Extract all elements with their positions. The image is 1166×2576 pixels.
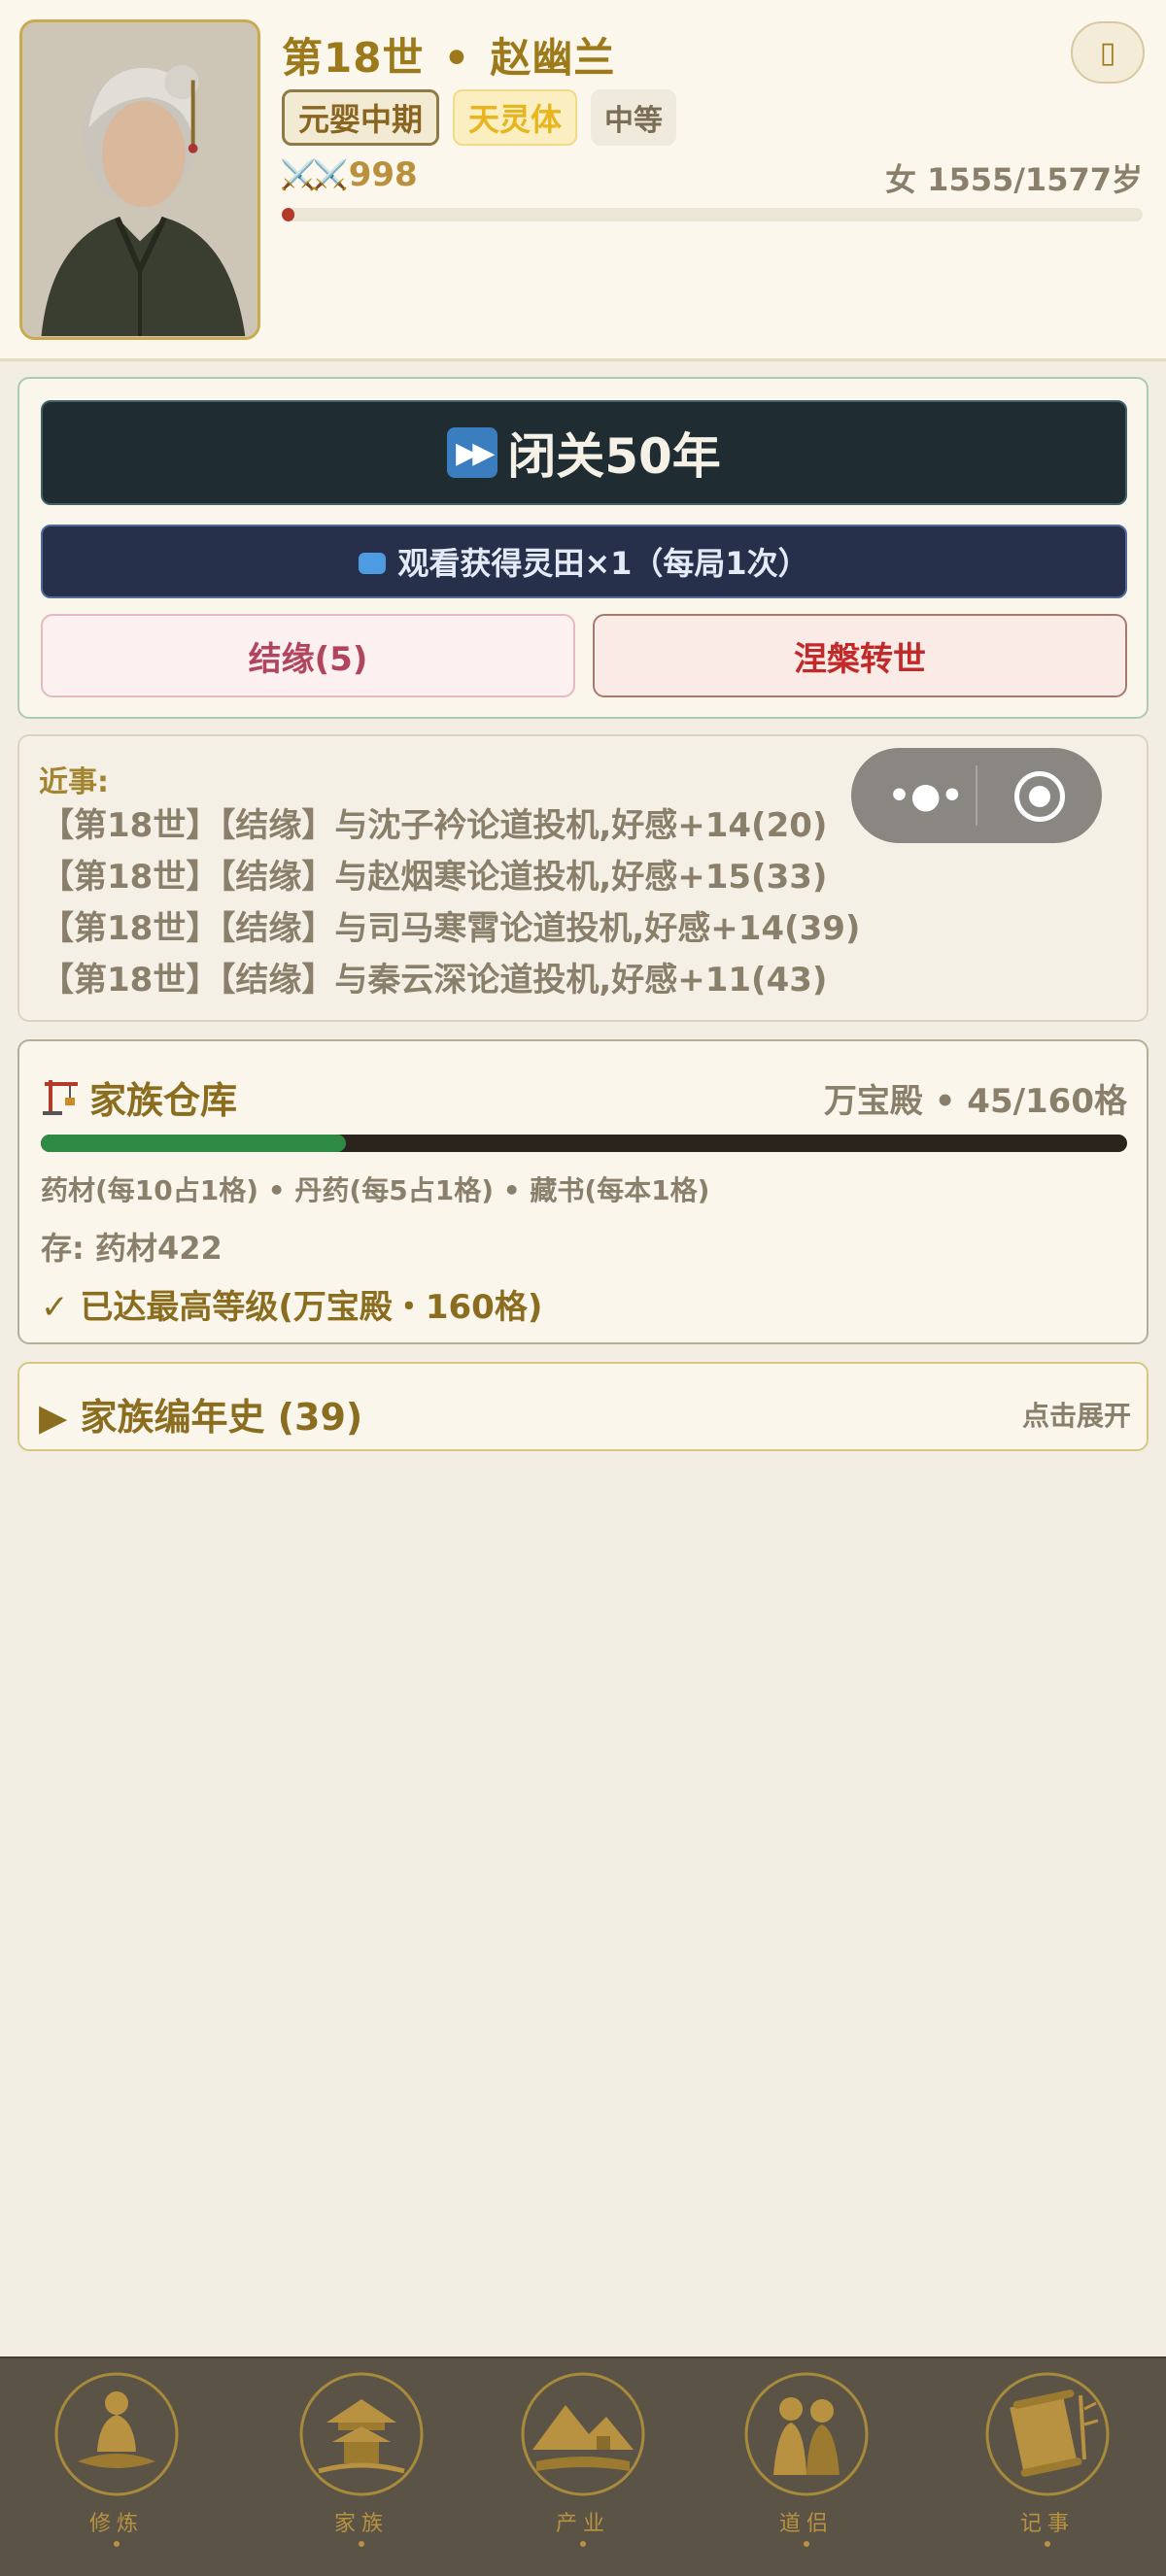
warehouse-title: 家族仓库	[89, 1079, 238, 1122]
tag-row: 元婴中期 天灵体 中等	[282, 89, 677, 146]
family-warehouse-panel: 家族仓库 万宝殿 • 45/160格 药材(每10占1格) • 丹药(每5占1格…	[17, 1039, 1149, 1344]
warehouse-capacity: 万宝殿 • 45/160格	[823, 1082, 1127, 1121]
nav-partner[interactable]: 道侣	[729, 2366, 884, 2570]
character-title: 第18世 • 赵幽兰	[282, 25, 615, 85]
bond-button-label: 结缘(5)	[248, 639, 368, 679]
pavilion-icon	[299, 2372, 424, 2496]
retreat-button-label: 闭关50年	[507, 428, 721, 485]
rebirth-button[interactable]: 涅槃转世	[593, 614, 1127, 697]
nav-dot	[359, 2541, 364, 2547]
title-separator: •	[443, 34, 471, 82]
scroll-icon	[985, 2372, 1110, 2496]
nav-label: 记事	[1019, 2512, 1075, 2536]
warehouse-capacity-fill	[41, 1135, 347, 1152]
watch-ad-label: 观看获得灵田×1（每局1次）	[397, 545, 809, 582]
portrait-image	[22, 22, 257, 337]
nav-label: 道侣	[778, 2512, 834, 2536]
close-miniprogram-icon[interactable]	[1014, 771, 1065, 822]
tv-icon	[359, 553, 387, 574]
menu-icon: ▯	[1099, 35, 1116, 70]
chronicle-expand-hint: 点击展开	[1021, 1400, 1131, 1432]
chronicle-title: ▶ 家族编年史 (39)	[39, 1396, 363, 1439]
recent-event-item: 【第18世】【结缘】与赵烟寒论道投机,好感+15(33)	[41, 858, 828, 897]
recent-event-item: 【第18世】【结缘】与司马寒霄论道投机,好感+14(39)	[41, 909, 861, 948]
more-options-icon[interactable]: •●•	[888, 748, 963, 843]
recent-events-title: 近事:	[39, 765, 109, 799]
rebirth-button-label: 涅槃转世	[794, 639, 926, 679]
nav-dot	[804, 2541, 809, 2547]
warehouse-max-level: ✓ 已达最高等级(万宝殿・160格)	[41, 1288, 543, 1327]
warehouse-rules: 药材(每10占1格) • 丹药(每5占1格) • 藏书(每本1格)	[41, 1174, 710, 1206]
family-chronicle-toggle[interactable]: ▶ 家族编年史 (39) 点击展开	[17, 1362, 1149, 1451]
body-type-tag: 天灵体	[453, 89, 578, 146]
warehouse-capacity-bar	[41, 1135, 1127, 1152]
nav-label: 修炼	[88, 2512, 144, 2536]
mountain-icon	[521, 2372, 645, 2496]
nav-dot	[1045, 2541, 1050, 2547]
miniprogram-capsule: •●•	[851, 748, 1102, 843]
gender-age: 女 1555/1577岁	[885, 161, 1143, 198]
watch-ad-button[interactable]: 观看获得灵田×1（每局1次）	[41, 525, 1127, 598]
retreat-button[interactable]: ▶▶ 闭关50年	[41, 400, 1127, 505]
combat-power: ⚔️⚔️ 998	[280, 155, 418, 194]
bottom-navigation: 修炼 家族 产业 道侣 记事	[0, 2356, 1166, 2576]
recent-event-item: 【第18世】【结缘】与沈子衿论道投机,好感+14(20)	[41, 806, 828, 845]
character-portrait[interactable]	[19, 19, 260, 340]
bond-button[interactable]: 结缘(5)	[41, 614, 575, 697]
warehouse-stored: 存: 药材422	[41, 1230, 223, 1267]
nav-cultivate[interactable]: 修炼	[39, 2366, 194, 2570]
capsule-divider	[976, 765, 977, 826]
generation-label: 第18世	[282, 34, 425, 82]
couple-icon	[744, 2372, 869, 2496]
crossed-swords-icon: ⚔️⚔️	[280, 157, 349, 192]
lifespan-bar	[282, 208, 1143, 221]
nav-label: 家族	[333, 2512, 389, 2536]
crane-icon	[43, 1080, 78, 1115]
menu-button[interactable]: ▯	[1071, 21, 1145, 84]
grade-tag: 中等	[591, 89, 677, 146]
meditation-icon	[54, 2372, 179, 2496]
recent-event-item: 【第18世】【结缘】与秦云深论道投机,好感+11(43)	[41, 961, 828, 1000]
recent-events-list: 【第18世】【结缘】与沈子衿论道投机,好感+14(20) 【第18世】【结缘】与…	[41, 800, 860, 1006]
realm-tag: 元婴中期	[282, 89, 440, 146]
character-name: 赵幽兰	[490, 34, 616, 82]
nav-dot	[114, 2541, 120, 2547]
nav-industry[interactable]: 产业	[505, 2366, 661, 2570]
character-header: 第18世 • 赵幽兰 ▯ 元婴中期 天灵体 中等 ⚔️⚔️ 998 女 1555/1…	[0, 0, 1166, 361]
nav-label: 产业	[555, 2512, 610, 2536]
combat-power-value: 998	[348, 155, 418, 194]
nav-dot	[580, 2541, 586, 2547]
nav-family[interactable]: 家族	[284, 2366, 439, 2570]
fast-forward-icon: ▶▶	[447, 427, 498, 478]
lifespan-bar-fill	[282, 208, 295, 221]
nav-records[interactable]: 记事	[970, 2366, 1125, 2570]
action-panel: ▶▶ 闭关50年 观看获得灵田×1（每局1次） 结缘(5) 涅槃转世	[17, 377, 1149, 719]
